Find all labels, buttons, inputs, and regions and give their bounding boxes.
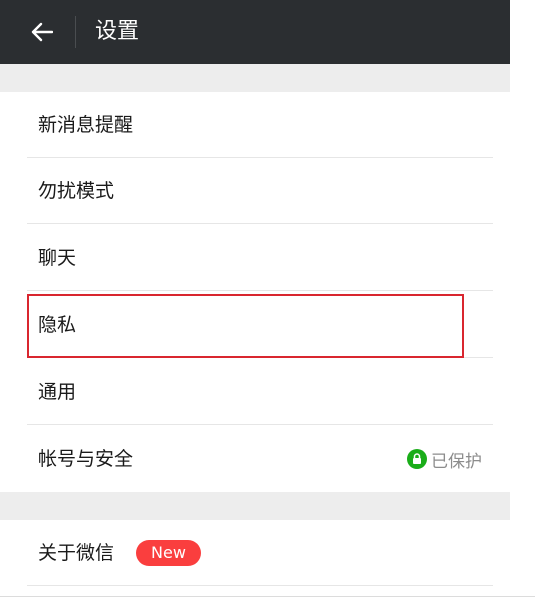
arrow-left-icon <box>31 22 53 42</box>
menu-item-chat[interactable]: 聊天 <box>0 225 510 291</box>
divider <box>27 223 493 224</box>
menu-item-label: 聊天 <box>38 247 77 269</box>
menu-item-new-message-alerts[interactable]: 新消息提醒 <box>0 92 510 158</box>
menu-item-account-security[interactable]: 帐号与安全 已保护 <box>0 426 510 492</box>
lock-icon <box>407 449 427 469</box>
back-button[interactable] <box>24 14 60 50</box>
menu-item-do-not-disturb[interactable]: 勿扰模式 <box>0 158 510 224</box>
menu-item-privacy[interactable]: 隐私 <box>0 292 510 358</box>
status-text: 已保护 <box>431 451 482 472</box>
new-badge: New <box>136 540 201 566</box>
top-bar: 设置 <box>0 0 510 64</box>
menu-item-label: 通用 <box>38 381 77 403</box>
settings-screen: 设置 新消息提醒 勿扰模式 聊天 隐私 通用 帐号与安全 已保护 关于微信 Ne… <box>0 0 510 603</box>
menu-item-label: 帐号与安全 <box>38 448 134 470</box>
menu-item-label: 关于微信 <box>38 542 115 564</box>
page-title: 设置 <box>95 19 140 44</box>
menu-item-label: 隐私 <box>38 314 77 336</box>
bottom-line <box>0 596 535 597</box>
divider <box>27 357 493 358</box>
divider <box>27 585 493 586</box>
divider <box>27 290 493 291</box>
protection-status: 已保护 <box>407 426 482 492</box>
menu-item-general[interactable]: 通用 <box>0 359 510 425</box>
menu-item-about-wechat[interactable]: 关于微信 New <box>0 520 510 586</box>
edge-strip <box>510 0 535 603</box>
menu-item-label: 新消息提醒 <box>38 114 134 136</box>
section-gap <box>0 64 510 92</box>
bar-divider <box>75 16 76 48</box>
menu-item-label: 勿扰模式 <box>38 180 115 202</box>
divider <box>27 424 493 425</box>
section-gap <box>0 492 510 520</box>
